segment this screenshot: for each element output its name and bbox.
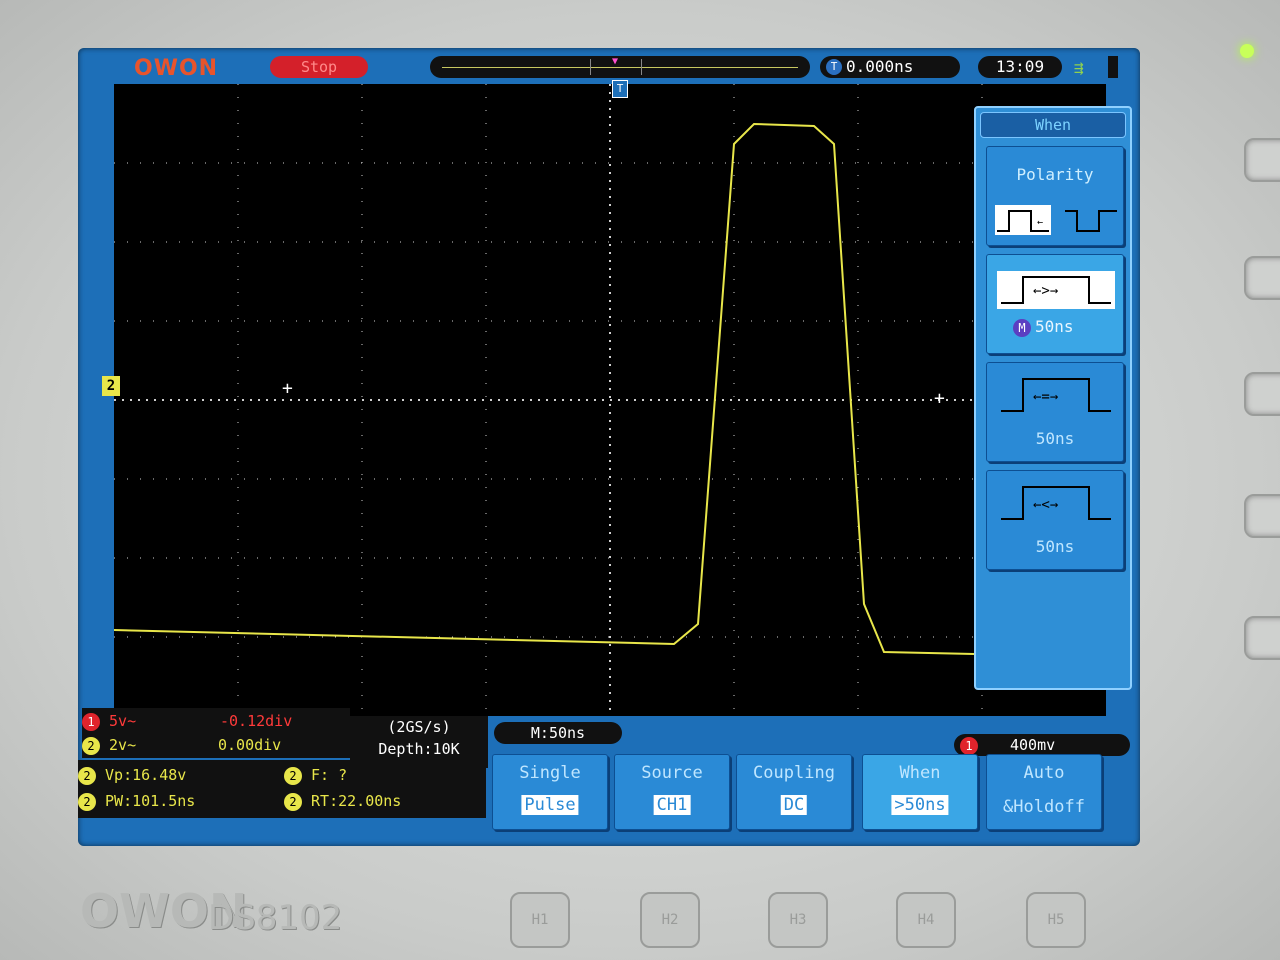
trigger-delay: T 0.000ns: [820, 56, 960, 78]
channel-info-panel: 1 5v~ -0.12div 2 2v~ 0.00div: [82, 708, 350, 758]
h4-button[interactable]: H4: [896, 892, 956, 948]
trigger-level: 1 400mv: [954, 734, 1130, 756]
svg-text:←>→: ←>→: [1033, 283, 1058, 299]
polarity-option[interactable]: Polarity ←: [986, 146, 1124, 246]
ch1-badge: 1: [82, 712, 100, 731]
trigger-source-badge: 1: [960, 736, 978, 755]
run-stop-status: Stop: [270, 56, 368, 78]
ch2-badge: 2: [82, 736, 100, 755]
h1-button[interactable]: H1: [510, 892, 570, 948]
menu-title: When: [980, 112, 1126, 138]
brand-logo: OWON: [134, 56, 219, 81]
waveform-display: + +: [114, 84, 1106, 716]
when-equal-option[interactable]: ←=→ 50ns: [986, 362, 1124, 462]
h3-button[interactable]: H3: [768, 892, 828, 948]
clock: 13:09: [978, 56, 1062, 78]
ch2-position-marker[interactable]: 2: [102, 376, 120, 396]
trigger-type-button[interactable]: Single Pulse: [492, 754, 608, 830]
h5-button[interactable]: H5: [1026, 892, 1086, 948]
greater-value: M 50ns: [1013, 317, 1074, 337]
when-greater-option[interactable]: ←>→ M 50ns: [986, 254, 1124, 354]
when-less-option[interactable]: ←<→ 50ns: [986, 470, 1124, 570]
trigger-icon: T: [826, 59, 842, 75]
menu-side-button-3[interactable]: [1244, 372, 1280, 416]
memory-depth: Depth:10K: [378, 740, 460, 758]
svg-text:←<→: ←<→: [1033, 497, 1058, 513]
device-model: DS8102: [208, 898, 343, 938]
menu-side-button-1[interactable]: [1244, 138, 1280, 182]
m-icon: M: [1013, 319, 1031, 337]
positive-pulse-icon: ←: [995, 205, 1051, 235]
trigger-delay-value: 0.000ns: [846, 57, 914, 76]
rt-measurement: 2 RT:22.00ns: [284, 790, 484, 812]
trigger-level-value: 400mv: [1010, 736, 1056, 754]
waveform-grid: + +: [114, 84, 1106, 716]
polarity-label: Polarity: [1016, 165, 1094, 184]
timebase: M:50ns: [494, 722, 622, 744]
auto-holdoff-button[interactable]: Auto &Holdoff: [986, 754, 1102, 830]
pulse-less-icon: ←<→: [1001, 486, 1111, 520]
measurements-panel: 2 Vp:16.48v 2 PW:101.5ns 2 F: ? 2 RT:22.…: [78, 760, 486, 818]
ch2-info: 2 2v~ 0.00div: [82, 734, 350, 756]
coupling-button[interactable]: Coupling DC: [736, 754, 852, 830]
h2-button[interactable]: H2: [640, 892, 700, 948]
ch1-offset: -0.12div: [220, 712, 293, 730]
trigger-time-marker: T: [612, 80, 628, 98]
cursor-plus-left: +: [282, 378, 293, 399]
menu-side-button-4[interactable]: [1244, 494, 1280, 538]
sample-rate: (2GS/s): [387, 718, 451, 736]
memory-timeline: ▼: [430, 56, 810, 78]
power-led: [1240, 44, 1254, 58]
menu-side-button-2[interactable]: [1244, 256, 1280, 300]
pulse-equal-icon: ←=→: [1001, 378, 1111, 412]
trigger-when-menu: When Polarity ← ←>→ M 50ns ←=→ 50ns ←<→ 5…: [974, 106, 1132, 690]
f-measurement: 2 F: ?: [284, 764, 484, 786]
ch2-scale: 2v~: [109, 736, 137, 754]
svg-text:←=→: ←=→: [1033, 389, 1058, 405]
equal-value: 50ns: [1035, 429, 1075, 448]
pulse-greater-icon: ←>→: [997, 271, 1115, 309]
scope-screen: OWON Stop ▼ T 0.000ns 13:09 ⇶ + + 2 T Whe…: [78, 48, 1140, 846]
trigger-position-marker: ▼: [612, 56, 619, 67]
usb-icon: ⇶: [1074, 58, 1084, 77]
cursor-plus-right: +: [934, 388, 945, 409]
less-value: 50ns: [1035, 537, 1075, 556]
ch2-offset: 0.00div: [218, 736, 282, 754]
ch1-scale: 5v~: [109, 712, 137, 730]
source-button[interactable]: Source CH1: [614, 754, 730, 830]
ch1-info: 1 5v~ -0.12div: [82, 710, 350, 732]
negative-pulse-icon: [1063, 205, 1119, 235]
menu-side-button-5[interactable]: [1244, 616, 1280, 660]
svg-text:←: ←: [1037, 217, 1043, 228]
when-button[interactable]: When >50ns: [862, 754, 978, 830]
battery-icon: [1108, 56, 1118, 78]
ch2-waveform-trace: [114, 122, 975, 655]
